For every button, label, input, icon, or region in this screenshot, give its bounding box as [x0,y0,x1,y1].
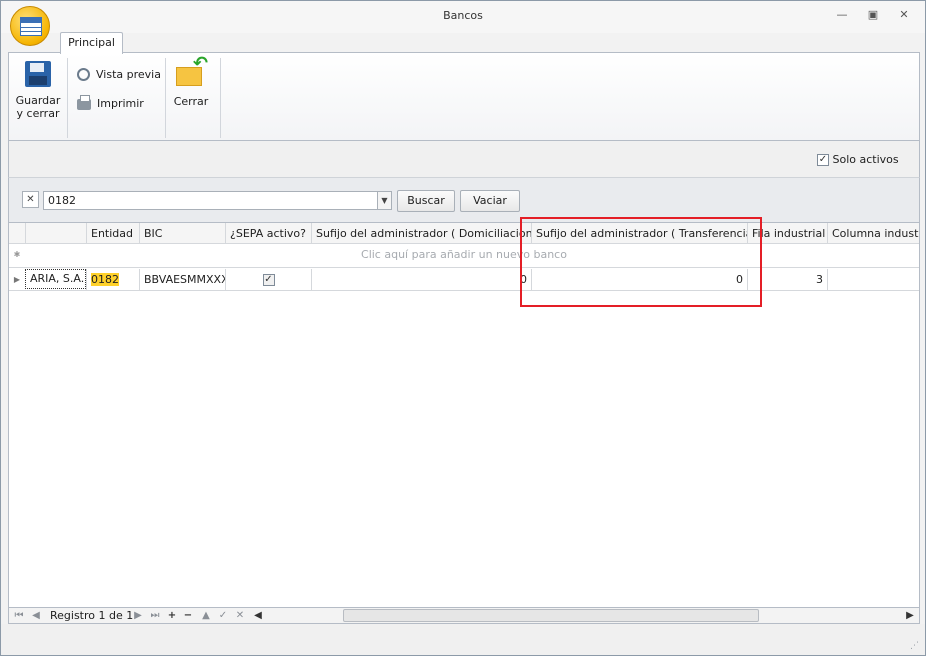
cell-columna-industrial[interactable] [827,269,919,290]
minimize-icon[interactable]: — [834,7,850,23]
checkbox-checked-icon: ✓ [817,154,829,166]
preview-icon [77,67,90,81]
horizontal-scrollbar-thumb[interactable] [343,609,759,622]
edit-record-icon[interactable]: ▲ [199,608,213,623]
column-header-sufijo-domiciliaciones[interactable]: Sufijo del administrador ( Domiciliacion… [311,223,531,244]
column-header-entidad[interactable]: Entidad [86,223,139,244]
save-label-line1: Guardar [15,94,61,107]
save-and-close-button[interactable]: Guardar y cerrar [13,61,63,120]
close-label: Cerrar [173,95,209,108]
new-row-icon: ✱ [13,250,21,259]
prev-record-icon[interactable]: ◀ [29,608,43,623]
table-row[interactable]: ▶ ARIA, S.A. 0182 BBVAESMMXXX ✓ 0 0 3 [9,269,919,291]
column-header-sepa[interactable]: ¿SEPA activo? [225,223,311,244]
new-row-prompt[interactable]: ✱ Clic aquí para añadir un nuevo banco [9,244,919,268]
dropdown-arrow-icon[interactable]: ▼ [377,191,392,210]
delete-record-icon[interactable]: − [181,608,195,623]
solo-activos-checkbox[interactable]: ✓ Solo activos [817,153,899,166]
clear-button[interactable]: Vaciar [460,190,520,212]
data-navigator: ⏮ ◀ Registro 1 de 1 ▶ ⏭ + − ▲ ✓ ✕ ◀ ▶ [8,607,920,624]
column-header-name[interactable] [25,223,86,244]
search-button[interactable]: Buscar [397,190,455,212]
first-record-icon[interactable]: ⏮ [12,608,26,623]
search-highlight: 0182 [91,273,119,286]
banks-grid: Entidad BIC ¿SEPA activo? Sufijo del adm… [8,223,920,607]
close-folder-icon: ↶ [176,55,208,87]
save-icon [25,61,51,87]
cell-bic[interactable]: BBVAESMMXXX [139,269,225,290]
window-title: Bancos [443,9,483,22]
cell-sepa[interactable]: ✓ [225,269,311,290]
add-record-icon[interactable]: + [165,608,179,623]
close-button[interactable]: ↶ Cerrar [171,55,211,109]
print-button[interactable]: Imprimir [77,94,144,113]
ribbon: Guardar y cerrar Vista previa Imprimir ↶… [8,52,920,141]
preview-label: Vista previa [96,68,161,81]
tab-principal[interactable]: Principal [60,32,123,54]
cancel-edit-icon[interactable]: ✕ [233,608,247,623]
scroll-right-icon[interactable]: ▶ [903,608,917,623]
cell-sufijo-domiciliaciones[interactable]: 0 [311,269,531,290]
clear-filter-icon[interactable]: ✕ [22,191,39,208]
restore-icon[interactable]: ▣ [865,7,881,23]
status-bar: ⋰ [1,624,925,655]
bancos-window: Bancos — ▣ ✕ Principal Guardar y cerrar … [0,0,926,656]
solo-activos-label: Solo activos [832,153,899,166]
checkbox-checked-icon[interactable]: ✓ [262,274,275,286]
next-record-icon[interactable]: ▶ [131,608,145,623]
resize-grip-icon[interactable]: ⋰ [910,641,919,651]
preview-button[interactable]: Vista previa [77,66,161,84]
ribbon-separator [165,58,166,138]
search-input[interactable] [43,191,379,210]
last-record-icon[interactable]: ⏭ [148,608,162,623]
save-record-icon[interactable]: ✓ [216,608,230,623]
print-label: Imprimir [97,97,144,110]
annotation-box [520,217,762,307]
close-window-icon[interactable]: ✕ [896,7,912,23]
row-indicator-icon: ▶ [13,275,21,284]
column-header-bic[interactable]: BIC [139,223,225,244]
grid-header: Entidad BIC ¿SEPA activo? Sufijo del adm… [9,223,919,244]
ribbon-separator [220,58,221,138]
options-bar: ✓ Solo activos [8,141,920,177]
cell-name[interactable]: ARIA, S.A. [25,269,86,289]
record-counter: Registro 1 de 1 [50,609,134,622]
cell-entidad[interactable]: 0182 [86,269,139,290]
scroll-left-icon[interactable]: ◀ [251,608,265,623]
save-label-line2: y cerrar [16,107,60,120]
print-icon [77,94,91,110]
column-header-columna-industrial[interactable]: Columna industrial [827,223,919,244]
search-bar: ✕ ▼ Buscar Vaciar [8,177,920,223]
title-bar: Bancos — ▣ ✕ [1,1,925,33]
app-logo-icon[interactable] [10,6,50,46]
ribbon-separator [67,58,68,138]
